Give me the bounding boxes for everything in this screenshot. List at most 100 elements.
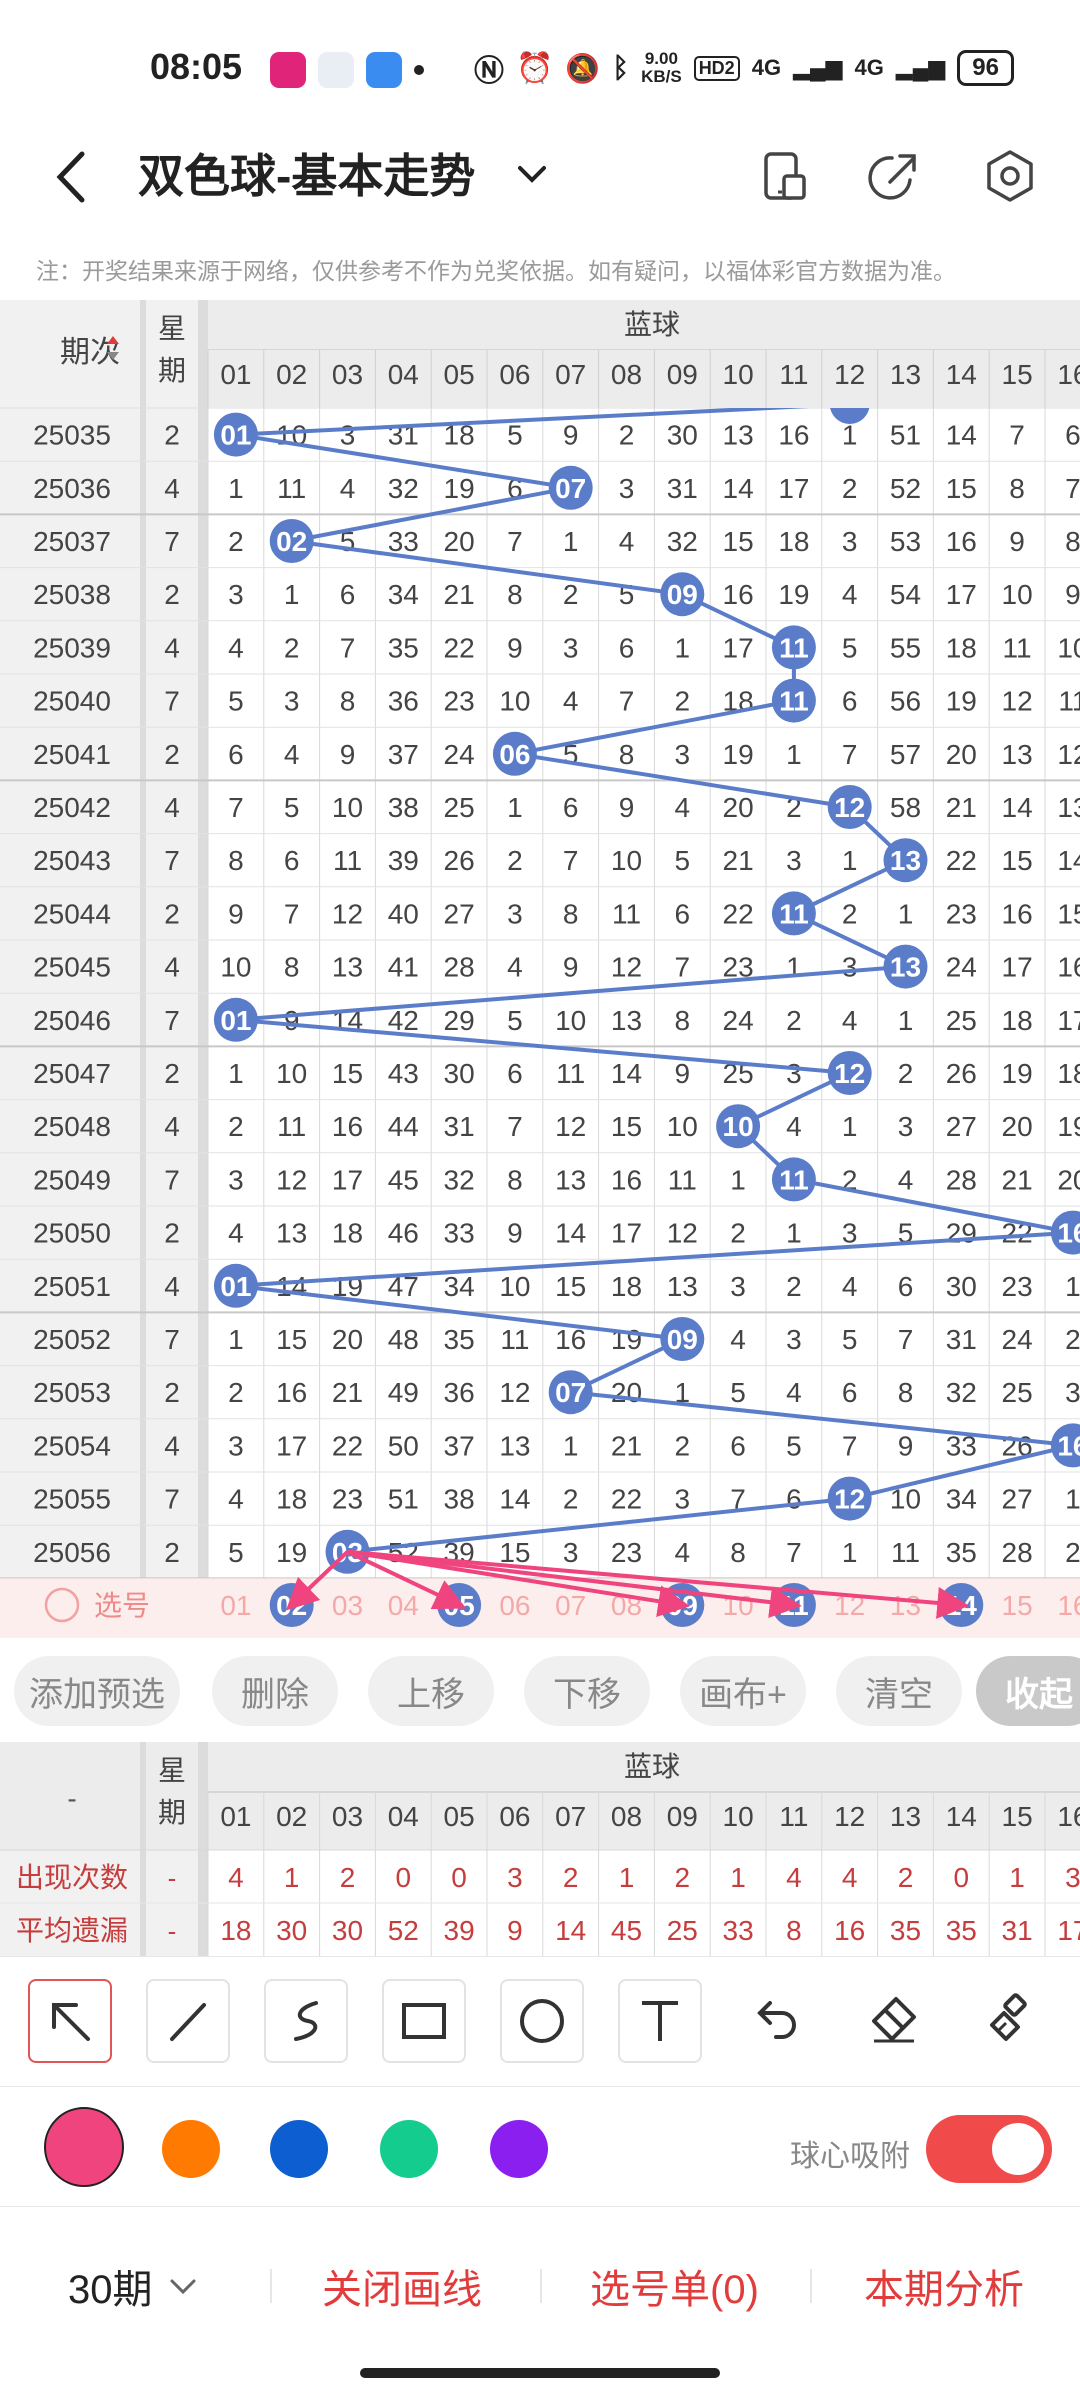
miss-cell: 52 [890, 473, 921, 504]
miss-cell: 27 [444, 898, 475, 929]
miss-cell: 6 [1065, 420, 1080, 451]
appear-count-cell: 2 [340, 1862, 356, 1893]
delete-button[interactable]: 删除 [212, 1656, 338, 1726]
color-orange-swatch[interactable] [162, 2120, 220, 2178]
select-tool-button[interactable] [28, 1979, 112, 2063]
miss-cell: 21 [611, 1430, 642, 1461]
stats-number-header: 09 [667, 1801, 698, 1832]
miss-cell: 16 [1057, 952, 1080, 983]
miss-cell: 1 [898, 898, 914, 929]
appear-count-cell: 1 [284, 1862, 300, 1893]
close-drawing-button[interactable]: 关闭画线 [322, 2257, 482, 2315]
back-button[interactable] [52, 142, 92, 217]
title-dropdown-button[interactable] [514, 160, 550, 195]
circle-tool-button[interactable] [500, 1979, 584, 2063]
miss-cell: 2 [842, 898, 858, 929]
week-cell: 4 [164, 1430, 180, 1461]
page-title[interactable]: 双色球-基本走势 [138, 140, 475, 206]
miss-cell: 38 [388, 792, 419, 823]
issue-cell: 25052 [33, 1324, 111, 1355]
stats-number-header: 06 [499, 1801, 530, 1832]
move-down-button[interactable]: 下移 [524, 1656, 650, 1726]
drawing-tools [0, 1956, 1080, 2087]
line-tool-button[interactable] [146, 1979, 230, 2063]
clear-canvas-button[interactable] [972, 1979, 1052, 2059]
stats-number-header: 12 [834, 1801, 865, 1832]
stats-number-header: 01 [220, 1801, 251, 1832]
add-preselect-button[interactable]: 添加预选 [14, 1656, 180, 1726]
settings-button[interactable] [980, 146, 1040, 211]
avg-miss-label: 平均遗漏 [16, 1915, 128, 1946]
miss-cell: 19 [946, 686, 977, 717]
eraser-button[interactable] [854, 1979, 934, 2059]
status-bar: 08:05 Ⓝ ⏰ 🔕 ᛒ 9.00 KB/S HD2 4G ▂▄▆ 4G ▂▄… [0, 0, 1080, 120]
move-up-button[interactable]: 上移 [368, 1656, 494, 1726]
clear-button[interactable]: 清空 [836, 1656, 962, 1726]
color-purple-swatch[interactable] [490, 2120, 548, 2178]
freehand-tool-button[interactable] [264, 1979, 348, 2063]
share-button[interactable] [866, 146, 926, 211]
text-tool-button[interactable] [618, 1979, 702, 2063]
select-number: 13 [890, 1590, 921, 1621]
appear-count-cell: 0 [954, 1862, 970, 1893]
miss-cell: 8 [675, 1005, 691, 1036]
week-cell: 7 [164, 1484, 180, 1515]
screen-rotate-button[interactable] [758, 146, 810, 211]
miss-cell: 41 [388, 952, 419, 983]
miss-cell: 30 [946, 1271, 977, 1302]
week-cell: 4 [164, 473, 180, 504]
number-header-12: 12 [834, 359, 865, 390]
freehand-icon [294, 2001, 318, 2041]
miss-cell: 12 [555, 1111, 586, 1142]
miss-cell: 1 [842, 1111, 858, 1142]
miss-cell: 18 [1057, 1058, 1080, 1089]
canvas-plus-button[interactable]: 画布+ [680, 1656, 806, 1726]
pick-list-button[interactable]: 选号单(0) [590, 2257, 759, 2315]
miss-cell: 46 [388, 1218, 419, 1249]
color-pink-swatch[interactable] [44, 2107, 124, 2187]
miss-cell: 24 [946, 952, 977, 983]
miss-cell: 3 [842, 526, 858, 557]
avg-miss-cell: 17 [1057, 1915, 1080, 1946]
issue-cell: 25040 [33, 686, 111, 717]
stats-number-header: 04 [388, 1801, 419, 1832]
collapse-button[interactable]: 收起 [976, 1656, 1080, 1726]
snap-toggle[interactable] [926, 2115, 1052, 2183]
color-blue-swatch[interactable] [270, 2120, 328, 2178]
ball-number: 11 [779, 686, 809, 717]
miss-cell: 5 [228, 1537, 244, 1568]
miss-cell: 11 [612, 898, 641, 929]
rectangle-tool-button[interactable] [382, 1979, 466, 2063]
miss-cell: 23 [946, 898, 977, 929]
miss-cell: 7 [786, 1537, 802, 1568]
signal-4g-icon-2: 4G [854, 55, 884, 80]
miss-cell: 28 [946, 1164, 977, 1195]
miss-cell: 14 [276, 1271, 307, 1302]
avg-miss-cell: 16 [834, 1915, 865, 1946]
undo-button[interactable] [736, 1979, 816, 2059]
miss-cell: 3 [228, 579, 244, 610]
period-selector[interactable]: 30期 [68, 2257, 199, 2315]
week-cell: 7 [164, 1005, 180, 1036]
issue-cell: 25045 [33, 952, 111, 983]
miss-cell: 6 [228, 739, 244, 770]
color-green-swatch[interactable] [380, 2120, 438, 2178]
miss-cell: 9 [1009, 526, 1025, 557]
avg-miss-cell: 35 [946, 1915, 977, 1946]
miss-cell: 1 [786, 739, 802, 770]
miss-cell: 14 [723, 473, 754, 504]
ball-number: 07 [555, 1377, 586, 1408]
rectangle-icon [402, 2003, 446, 2039]
miss-cell: 1 [786, 1218, 802, 1249]
period-analysis-button[interactable]: 本期分析 [864, 2257, 1024, 2315]
miss-cell: 7 [228, 792, 244, 823]
ball-number: 11 [779, 632, 809, 663]
ball-number: 06 [499, 739, 530, 770]
miss-cell: 5 [507, 1005, 523, 1036]
miss-cell: 4 [730, 1324, 746, 1355]
miss-cell: 2 [228, 526, 244, 557]
miss-cell: 4 [786, 1377, 802, 1408]
miss-cell: 9 [507, 632, 523, 663]
miss-cell: 4 [563, 686, 579, 717]
miss-cell: 4 [619, 526, 635, 557]
